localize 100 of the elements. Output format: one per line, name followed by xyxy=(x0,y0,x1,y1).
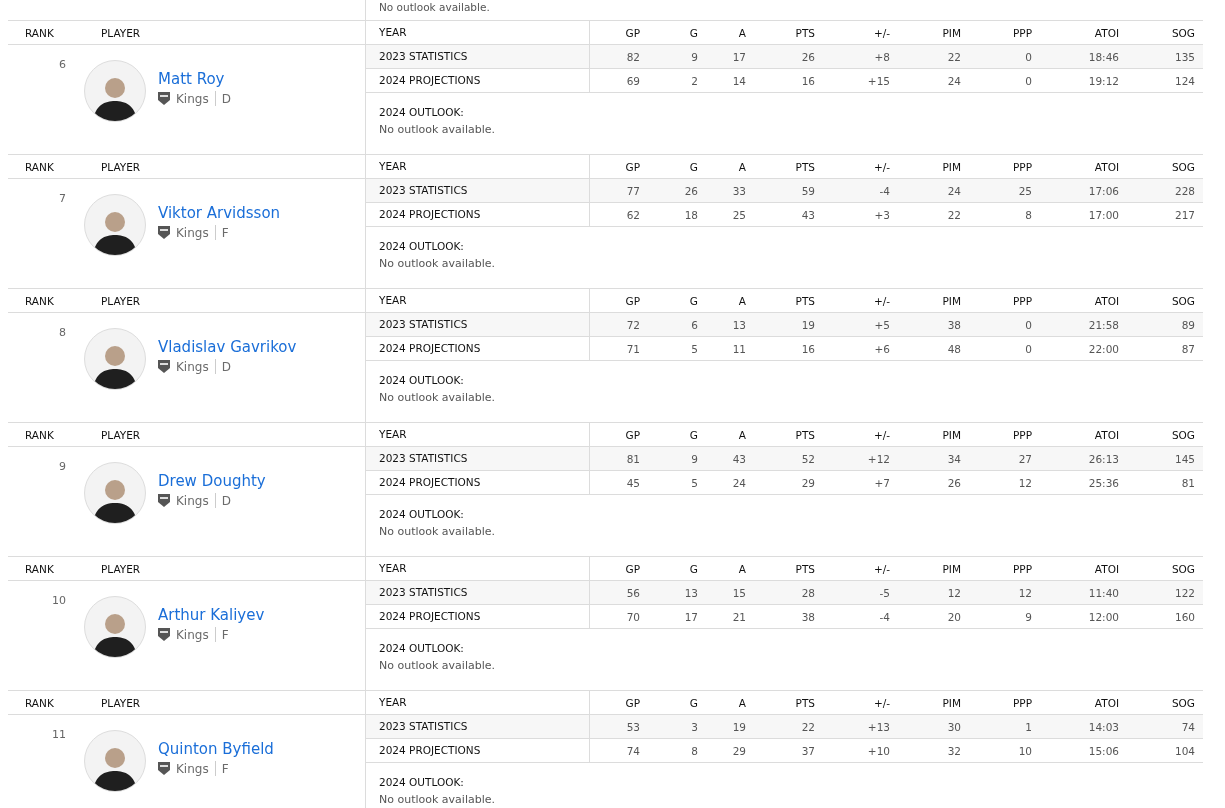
column-header: PIM xyxy=(941,696,962,709)
table-cell-text: 22 xyxy=(946,208,962,221)
column-header: PLAYER xyxy=(101,428,141,441)
column-header: YEAR xyxy=(366,155,590,178)
team-logo-icon xyxy=(158,92,170,105)
table-cell-text: +8 xyxy=(873,50,891,63)
table-cell-text: 81 xyxy=(1180,476,1196,489)
player-name-link[interactable]: Viktor Arvidsson xyxy=(158,204,281,223)
column-header: ATOI xyxy=(1093,160,1120,173)
column-header: GP xyxy=(624,428,641,441)
team-name: Kings xyxy=(176,627,209,642)
column-header: SOG xyxy=(1170,26,1196,39)
column-header: G xyxy=(688,294,699,307)
column-header: PTS xyxy=(794,428,816,441)
table-cell-text: 74 xyxy=(1180,720,1196,733)
table-cell-text: 19:12 xyxy=(1087,74,1120,87)
column-header: RANK xyxy=(24,428,55,441)
table-cell-text: 14:03 xyxy=(1087,720,1120,733)
column-header: GP xyxy=(624,294,641,307)
team-name: Kings xyxy=(176,761,209,776)
table-cell-text: 26 xyxy=(800,50,816,63)
player-name-link[interactable]: Drew Doughty xyxy=(158,472,266,491)
player-position: F xyxy=(221,225,229,240)
outlook-label: 2024 OUTLOOK: xyxy=(379,642,465,654)
table-cell-text: 217 xyxy=(1173,208,1196,221)
column-header: YEAR xyxy=(366,21,590,44)
table-cell-text: 18:46 xyxy=(1087,50,1120,63)
table-cell-text: 12 xyxy=(1017,476,1033,489)
column-header: +/- xyxy=(872,562,891,575)
column-header: GP xyxy=(624,160,641,173)
player-name-link[interactable]: Arthur Kaliyev xyxy=(158,606,265,625)
column-header: PIM xyxy=(941,26,962,39)
table-cell-text: 25:36 xyxy=(1087,476,1120,489)
table-cell-text: 22 xyxy=(946,50,962,63)
row-label: 2024 PROJECTIONS xyxy=(366,337,590,360)
player-position: D xyxy=(221,91,231,106)
column-header: ATOI xyxy=(1093,696,1120,709)
column-header: PTS xyxy=(794,696,816,709)
table-cell-text: 122 xyxy=(1173,586,1196,599)
table-cell-text: 28 xyxy=(800,586,816,599)
column-header: A xyxy=(737,294,747,307)
row-label: 2024 PROJECTIONS xyxy=(366,739,590,762)
table-cell-text: 34 xyxy=(946,452,962,465)
column-header: SOG xyxy=(1170,294,1196,307)
column-header: PPP xyxy=(1012,294,1033,307)
table-cell-text: 22 xyxy=(800,720,816,733)
table-cell-text: 11:40 xyxy=(1087,586,1120,599)
table-cell-text: 62 xyxy=(625,208,641,221)
table-cell-text: 124 xyxy=(1173,74,1196,87)
table-cell-text: 26 xyxy=(946,476,962,489)
table-cell-text: 56 xyxy=(625,586,641,599)
column-header: YEAR xyxy=(366,289,590,312)
table-cell-text: 30 xyxy=(946,720,962,733)
column-header: PTS xyxy=(794,294,816,307)
table-cell-text: 14 xyxy=(731,74,747,87)
table-cell-text: 17:00 xyxy=(1087,208,1120,221)
outlook-text: No outlook available. xyxy=(379,257,496,270)
player-name-link[interactable]: Vladislav Gavrikov xyxy=(158,338,297,357)
column-header: PTS xyxy=(794,26,816,39)
table-cell-text: 160 xyxy=(1173,610,1196,623)
row-label: 2023 STATISTICS xyxy=(366,179,590,202)
table-cell-text: 15:06 xyxy=(1087,744,1120,757)
column-header: +/- xyxy=(872,428,891,441)
table-cell-text: 16 xyxy=(800,342,816,355)
column-header: +/- xyxy=(872,26,891,39)
rank-number: 6 xyxy=(58,58,67,73)
column-header: +/- xyxy=(872,160,891,173)
table-cell-text: 17:06 xyxy=(1087,184,1120,197)
table-cell-text: 8 xyxy=(1024,208,1033,221)
column-header: PLAYER xyxy=(101,562,141,575)
table-cell-text: 24 xyxy=(731,476,747,489)
column-header: GP xyxy=(624,26,641,39)
column-header: PIM xyxy=(941,294,962,307)
player-name-link[interactable]: Quinton Byfield xyxy=(158,740,274,759)
table-cell-text: 5 xyxy=(690,342,699,355)
table-cell-text: 24 xyxy=(946,74,962,87)
row-label: 2024 PROJECTIONS xyxy=(366,203,590,226)
outlook-text: No outlook available. xyxy=(379,123,496,136)
column-header: RANK xyxy=(24,26,55,39)
table-cell-text: 32 xyxy=(946,744,962,757)
column-header: PIM xyxy=(941,562,962,575)
table-cell-text: 27 xyxy=(1017,452,1033,465)
column-header: G xyxy=(688,696,699,709)
table-cell-text: 0 xyxy=(1024,50,1033,63)
column-header: PIM xyxy=(941,160,962,173)
player-name-link[interactable]: Matt Roy xyxy=(158,70,231,89)
team-logo-icon xyxy=(158,628,170,641)
column-header: ATOI xyxy=(1093,428,1120,441)
table-cell-text: 38 xyxy=(800,610,816,623)
column-header: +/- xyxy=(872,294,891,307)
table-cell-text: 26 xyxy=(683,184,699,197)
table-cell-text: +15 xyxy=(866,74,891,87)
table-cell-text: 0 xyxy=(1024,74,1033,87)
rank-number: 10 xyxy=(51,594,67,609)
rank-number: 7 xyxy=(58,192,67,207)
team-name: Kings xyxy=(176,225,209,240)
table-cell-text: 0 xyxy=(1024,318,1033,331)
table-cell-text: 9 xyxy=(1024,610,1033,623)
table-cell-text: 5 xyxy=(690,476,699,489)
table-cell-text: +5 xyxy=(873,318,891,331)
